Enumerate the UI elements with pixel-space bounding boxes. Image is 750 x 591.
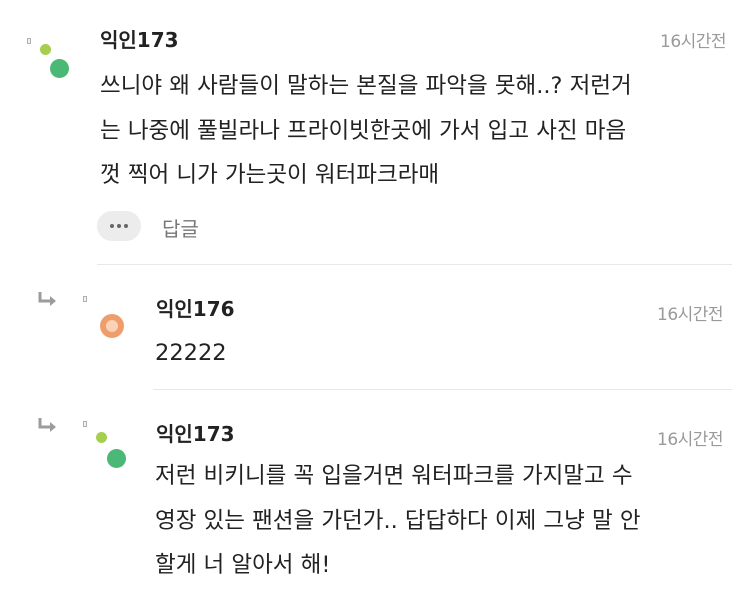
comment-author[interactable]: 익인173	[156, 418, 235, 447]
comment-line: 영장 있는 팬션을 가던가.. 답답하다 이제 그냥 말 안	[155, 507, 641, 534]
avatar-dot-large	[50, 59, 69, 78]
avatar-dot-small	[40, 44, 51, 55]
avatar	[39, 44, 69, 80]
comment-line: 껏 찍어 니가 가는곳이 워터파크라매	[100, 162, 440, 188]
divider	[97, 264, 732, 265]
divider	[153, 389, 732, 390]
comment-timestamp: 16시간전	[657, 430, 724, 450]
comment-body: 저런 비키니를 꼭 입을거면 워터파크를 가지말고 수 영장 있는 팬션을 가던…	[155, 454, 641, 588]
comment-line: 는 나중에 풀빌라나 프라이빗한곳에 가서 입고 사진 마음	[100, 117, 627, 144]
comment-line: 22222	[155, 340, 227, 366]
avatar	[100, 314, 124, 338]
avatar	[95, 432, 126, 468]
avatar-dot-small	[96, 432, 107, 443]
comment-author[interactable]: 익인173	[100, 24, 179, 53]
comment-line: 쓰니야 왜 사람들이 말하는 본질을 파악을 못해..? 저런거	[100, 73, 632, 99]
comment-body: 22222	[155, 331, 227, 376]
comment-timestamp: 16시간전	[657, 305, 724, 325]
reply-arrow-icon	[38, 292, 56, 306]
avatar-dot-large	[107, 449, 126, 468]
comment-author[interactable]: 익인176	[156, 293, 235, 322]
reply-arrow-icon	[38, 418, 56, 432]
comment-line: 할게 너 알아서 해!	[155, 552, 331, 578]
drag-handle-icon	[83, 421, 87, 427]
reply-button[interactable]: 답글	[162, 213, 199, 242]
comment-body: 쓰니야 왜 사람들이 말하는 본질을 파악을 못해..? 저런거 는 나중에 풀…	[100, 64, 632, 198]
comment-timestamp: 16시간전	[660, 32, 727, 52]
more-options-icon[interactable]	[97, 211, 141, 241]
comment-line: 저런 비키니를 꼭 입을거면 워터파크를 가지말고 수	[155, 463, 633, 489]
drag-handle-icon	[83, 296, 87, 302]
drag-handle-icon	[27, 38, 31, 44]
